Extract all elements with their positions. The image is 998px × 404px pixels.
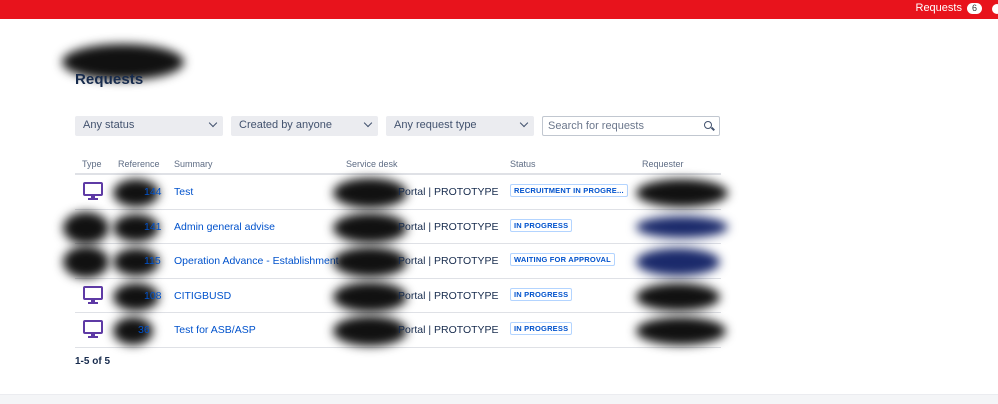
status-badge: WAITING FOR APPROVAL (510, 253, 615, 266)
table-header: Type Reference Summary Service desk Stat… (75, 156, 721, 175)
header-reference: Reference (118, 159, 160, 169)
redacted-requester (636, 317, 726, 345)
summary-link[interactable]: Admin general advise (174, 221, 275, 233)
top-navigation-bar: Requests 6 (0, 0, 998, 19)
status-badge: IN PROGRESS (510, 287, 573, 301)
table-row[interactable]: 36 Test for ASB/ASP Portal | PROTOTYPE I… (75, 313, 726, 348)
summary-link[interactable]: Operation Advance - Establishment (174, 255, 339, 267)
service-desk-text: Portal | PROTOTYPE (398, 186, 499, 198)
request-type-filter-value: Any request type (394, 119, 477, 131)
table-row[interactable]: 144 Test Portal | PROTOTYPE RECRUITMENT … (75, 175, 728, 210)
redacted-type-icon (63, 246, 109, 278)
service-desk-text: Portal | PROTOTYPE (398, 324, 499, 336)
header-requester: Requester (642, 159, 684, 169)
profile-avatar[interactable] (990, 2, 998, 16)
search-input[interactable] (543, 117, 693, 135)
page-title: Requests (75, 71, 144, 88)
reference-link[interactable]: 115 (144, 255, 161, 267)
chevron-down-icon (363, 118, 373, 128)
redacted-requester (636, 179, 728, 207)
chevron-down-icon (519, 118, 529, 128)
reference-link[interactable]: 141 (144, 221, 162, 233)
service-desk-text: Portal | PROTOTYPE (398, 255, 499, 267)
status-badge: RECRUITMENT IN PROGRE... (510, 184, 628, 197)
chevron-down-icon (208, 118, 218, 128)
created-by-filter-select[interactable]: Created by anyone (231, 116, 378, 136)
monitor-icon (83, 182, 103, 200)
reference-link[interactable]: 36 (138, 324, 150, 336)
redacted-service-desk (333, 281, 407, 312)
header-type: Type (82, 159, 102, 169)
table-row[interactable]: 141 Admin general advise Portal | PROTOT… (63, 210, 728, 244)
monitor-icon (83, 285, 103, 304)
redacted-service-desk (333, 247, 407, 277)
requests-count-badge: 6 (966, 2, 982, 14)
redacted-service-desk (333, 212, 407, 243)
service-desk-text: Portal | PROTOTYPE (398, 289, 499, 302)
redacted-requester (636, 215, 728, 238)
redacted-type-icon (63, 211, 109, 244)
search-box (542, 116, 720, 136)
status-filter-value: Any status (83, 119, 135, 131)
requests-nav-link[interactable]: Requests 6 (915, 2, 982, 14)
requests-nav-label: Requests (915, 2, 962, 14)
header-status: Status (510, 159, 536, 169)
search-icon[interactable] (704, 121, 712, 129)
created-by-filter-value: Created by anyone (239, 119, 332, 131)
status-badge: IN PROGRESS (510, 218, 573, 232)
redacted-service-desk (333, 316, 407, 346)
summary-link[interactable]: CITIGBUSD (174, 290, 231, 302)
requests-table: Type Reference Summary Service desk Stat… (63, 156, 728, 348)
table-row[interactable]: 108 CITIGBUSD Portal | PROTOTYPE IN PROG… (75, 279, 721, 313)
request-type-filter-select[interactable]: Any request type (386, 116, 534, 136)
summary-link[interactable]: Test for ASB/ASP (174, 324, 256, 336)
redacted-requester (636, 282, 720, 311)
pagination-summary: 1-5 of 5 (75, 356, 111, 367)
service-desk-text: Portal | PROTOTYPE (398, 220, 499, 233)
page-footer (0, 394, 998, 404)
redacted-requester (636, 248, 720, 276)
header-service-desk: Service desk (346, 159, 398, 169)
status-badge: IN PROGRESS (510, 322, 573, 335)
table-row[interactable]: 115 Operation Advance - Establishment Po… (63, 244, 721, 279)
monitor-icon (83, 320, 103, 338)
reference-link[interactable]: 108 (144, 290, 162, 302)
status-filter-select[interactable]: Any status (75, 116, 223, 136)
summary-link[interactable]: Test (174, 186, 193, 198)
redacted-service-desk (333, 178, 407, 208)
reference-link[interactable]: 144 (144, 186, 162, 198)
header-summary: Summary (174, 159, 213, 169)
